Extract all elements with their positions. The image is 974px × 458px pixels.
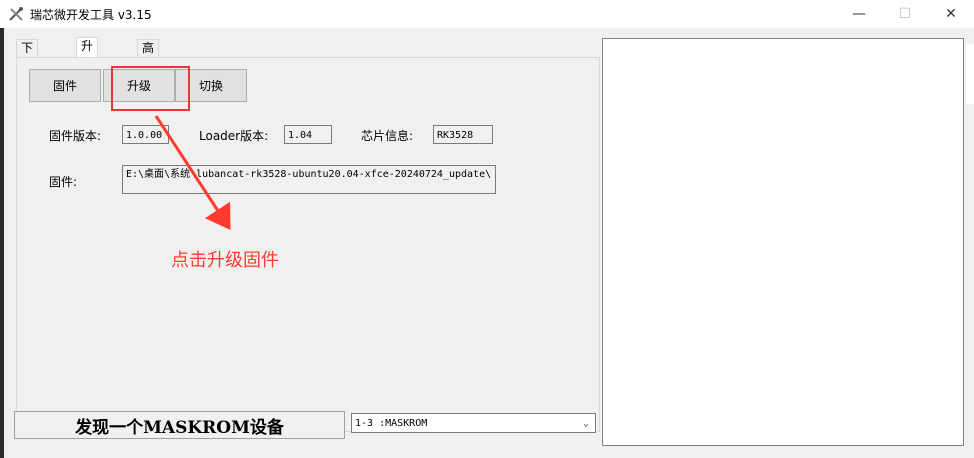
firmware-version-label: 固件版本: (49, 129, 102, 143)
device-select-value: 1-3 :MASKROM (355, 417, 428, 429)
device-select[interactable]: 1-3 :MASKROM ⌄ (351, 413, 596, 433)
upgrade-hint-text: 点击升级固件 (171, 250, 279, 271)
tab-advanced-functions[interactable]: 高级功能 (137, 39, 160, 106)
main-client-area: 下载镜像 升级固件 高级功能 固件 升级 切换 固件版本: 1.0.00 Loa… (4, 28, 974, 458)
loader-version-field: 1.04 (284, 125, 332, 144)
tab-download-image[interactable]: 下载镜像 (16, 39, 39, 106)
firmware-path-label: 固件: (49, 175, 78, 189)
chip-info-label: 芯片信息: (361, 129, 414, 143)
firmware-button[interactable]: 固件 (29, 69, 101, 102)
minimize-button[interactable]: — (836, 0, 882, 28)
upgrade-firmware-panel: 固件 升级 切换 固件版本: 1.0.00 Loader版本: 1.04 芯片信… (16, 57, 600, 432)
device-status-message: 发现一个MASKROM设备 (14, 411, 345, 439)
log-scrollbar[interactable] (966, 44, 974, 104)
close-button[interactable]: ✕ (928, 0, 974, 28)
upgrade-highlight-box (111, 66, 190, 111)
chip-info-field: RK3528 (433, 125, 493, 144)
tools-icon (9, 7, 23, 21)
maximize-button[interactable]: ☐ (882, 0, 928, 28)
window-title: 瑞芯微开发工具 v3.15 (30, 8, 152, 22)
chevron-down-icon[interactable]: ⌄ (577, 418, 595, 429)
log-output-panel[interactable] (602, 38, 964, 446)
tab-upgrade-firmware[interactable]: 升级固件 (76, 37, 99, 104)
title-bar: 瑞芯微开发工具 v3.15 — ☐ ✕ (0, 0, 974, 28)
annotation-arrow (154, 115, 231, 231)
